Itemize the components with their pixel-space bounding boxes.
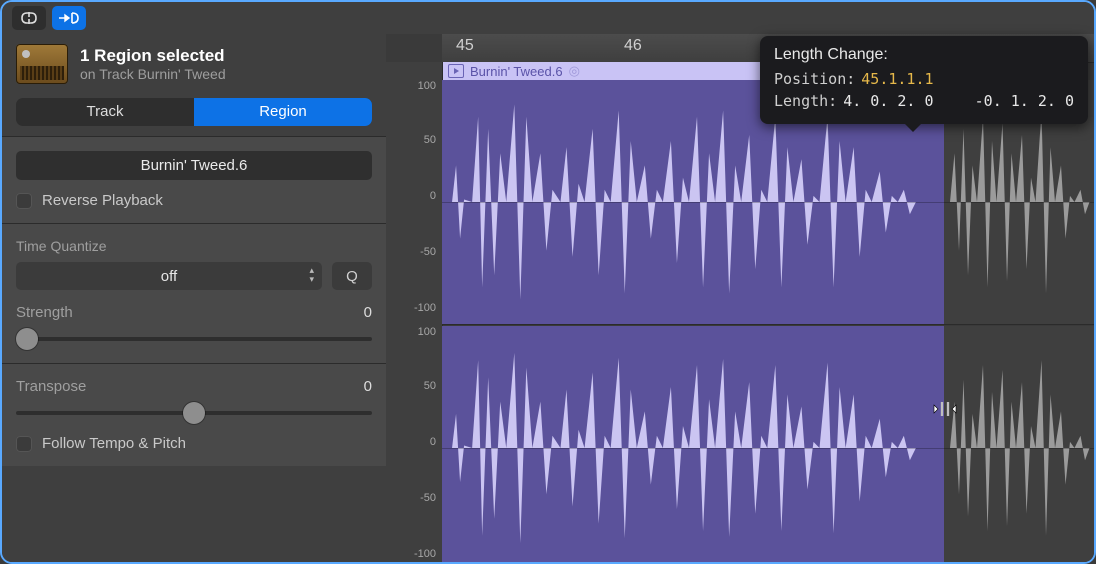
region-name-field[interactable]: Burnin' Tweed.6	[16, 151, 372, 180]
inspector-title: 1 Region selected	[80, 46, 226, 66]
tooltip-length-label: Length:	[774, 90, 837, 112]
tooltip-title: Length Change:	[774, 46, 1074, 64]
ruler-tick: 46	[624, 37, 642, 55]
reverse-playback-checkbox[interactable]: Reverse Playback	[16, 192, 372, 209]
region-inspector: 1 Region selected on Track Burnin' Tweed…	[2, 34, 386, 562]
inspector-subtitle: on Track Burnin' Tweed	[80, 66, 226, 82]
time-quantize-heading: Time Quantize	[16, 238, 372, 254]
cycle-icon	[18, 11, 40, 25]
region-resize-handle[interactable]	[933, 400, 957, 418]
follow-tempo-pitch-label: Follow Tempo & Pitch	[42, 435, 186, 452]
tooltip-delta-value: -0. 1. 2. 0	[975, 90, 1074, 112]
amplitude-gutter: 100 50 0 -50 -100 100 50 0 -50 -100	[386, 62, 443, 562]
tooltip-position-label: Position:	[774, 68, 855, 90]
checkbox-icon	[16, 436, 32, 452]
transpose-label: Transpose	[16, 378, 86, 395]
audio-editor: 45 46 47 Burnin' Tweed.6 ◎ 100 50 0 -50 …	[386, 34, 1094, 562]
reverse-playback-label: Reverse Playback	[42, 192, 163, 209]
follow-tempo-pitch-checkbox[interactable]: Follow Tempo & Pitch	[16, 435, 372, 452]
tooltip-position-value: 45.1.1.1	[861, 68, 933, 90]
waveform-area[interactable]	[442, 80, 1094, 562]
waveform-selected-region[interactable]	[442, 326, 944, 564]
tab-track[interactable]: Track	[16, 98, 194, 126]
waveform-right-channel-trimmed	[944, 326, 1094, 564]
inspector-tabs: Track Region	[16, 98, 372, 126]
region-header-name: Burnin' Tweed.6	[470, 64, 563, 79]
waveform-trimmed-region[interactable]	[944, 326, 1094, 564]
tab-region[interactable]: Region	[194, 98, 372, 126]
catch-playhead-button[interactable]	[52, 6, 86, 30]
strength-slider[interactable]	[16, 329, 372, 349]
transpose-value: 0	[364, 378, 372, 395]
transpose-slider[interactable]	[16, 403, 372, 423]
waveform-right-channel	[442, 326, 944, 564]
ruler-tick: 45	[456, 37, 474, 55]
resize-cursor-icon	[933, 400, 957, 418]
length-change-tooltip: Length Change: Position: 45.1.1.1 Length…	[760, 36, 1088, 124]
strength-label: Strength	[16, 304, 73, 321]
cycle-mode-button[interactable]	[12, 6, 46, 30]
chevron-updown-icon: ▴▾	[309, 266, 314, 284]
time-quantize-select[interactable]: off ▴▾	[16, 262, 322, 290]
strength-value: 0	[364, 304, 372, 321]
tooltip-length-value: 4. 0. 2. 0	[843, 90, 933, 112]
catch-playhead-icon	[57, 11, 81, 25]
region-play-icon[interactable]	[448, 64, 464, 78]
quantize-button[interactable]: Q	[332, 262, 372, 290]
time-quantize-value: off	[161, 268, 177, 285]
editor-toolbar	[2, 2, 1094, 34]
track-icon-thumbnail	[16, 44, 68, 84]
stereo-icon: ◎	[569, 63, 580, 79]
checkbox-icon	[16, 193, 32, 209]
